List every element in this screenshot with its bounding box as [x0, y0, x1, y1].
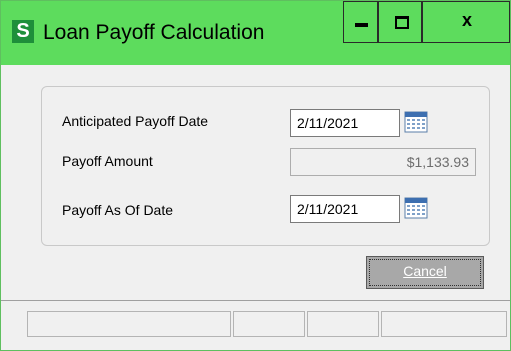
- maximize-button[interactable]: [378, 1, 422, 43]
- app-icon: S: [12, 20, 34, 43]
- payoff-as-of-date-label: Payoff As Of Date: [62, 202, 174, 218]
- close-icon: x: [461, 10, 472, 30]
- status-segment: [381, 311, 507, 337]
- anticipated-payoff-date-label: Anticipated Payoff Date: [62, 113, 209, 129]
- payoff-as-of-date-field[interactable]: 2/11/2021: [290, 195, 400, 223]
- minimize-icon: [355, 23, 368, 27]
- minimize-button[interactable]: [343, 1, 378, 43]
- status-segment: [233, 311, 305, 337]
- status-segment: [27, 311, 231, 337]
- maximize-icon: [395, 16, 409, 29]
- cancel-button-label: Cancel: [403, 263, 447, 279]
- status-segment: [307, 311, 379, 337]
- dialog-window: S Loan Payoff Calculation x Anticipated …: [0, 0, 511, 351]
- status-bar: [1, 300, 510, 350]
- anticipated-payoff-date-field[interactable]: 2/11/2021: [290, 109, 400, 137]
- payoff-amount-field: $1,133.93: [290, 148, 476, 176]
- close-button[interactable]: x: [422, 1, 510, 43]
- window-title: Loan Payoff Calculation: [43, 21, 265, 44]
- cancel-button[interactable]: Cancel: [366, 256, 484, 289]
- calendar-icon[interactable]: [404, 197, 428, 219]
- title-bar[interactable]: S Loan Payoff Calculation x: [1, 1, 510, 65]
- payoff-amount-label: Payoff Amount: [62, 153, 153, 169]
- calendar-icon[interactable]: [404, 111, 428, 133]
- payoff-group-box: Anticipated Payoff Date 2/11/2021 Payoff…: [41, 86, 490, 246]
